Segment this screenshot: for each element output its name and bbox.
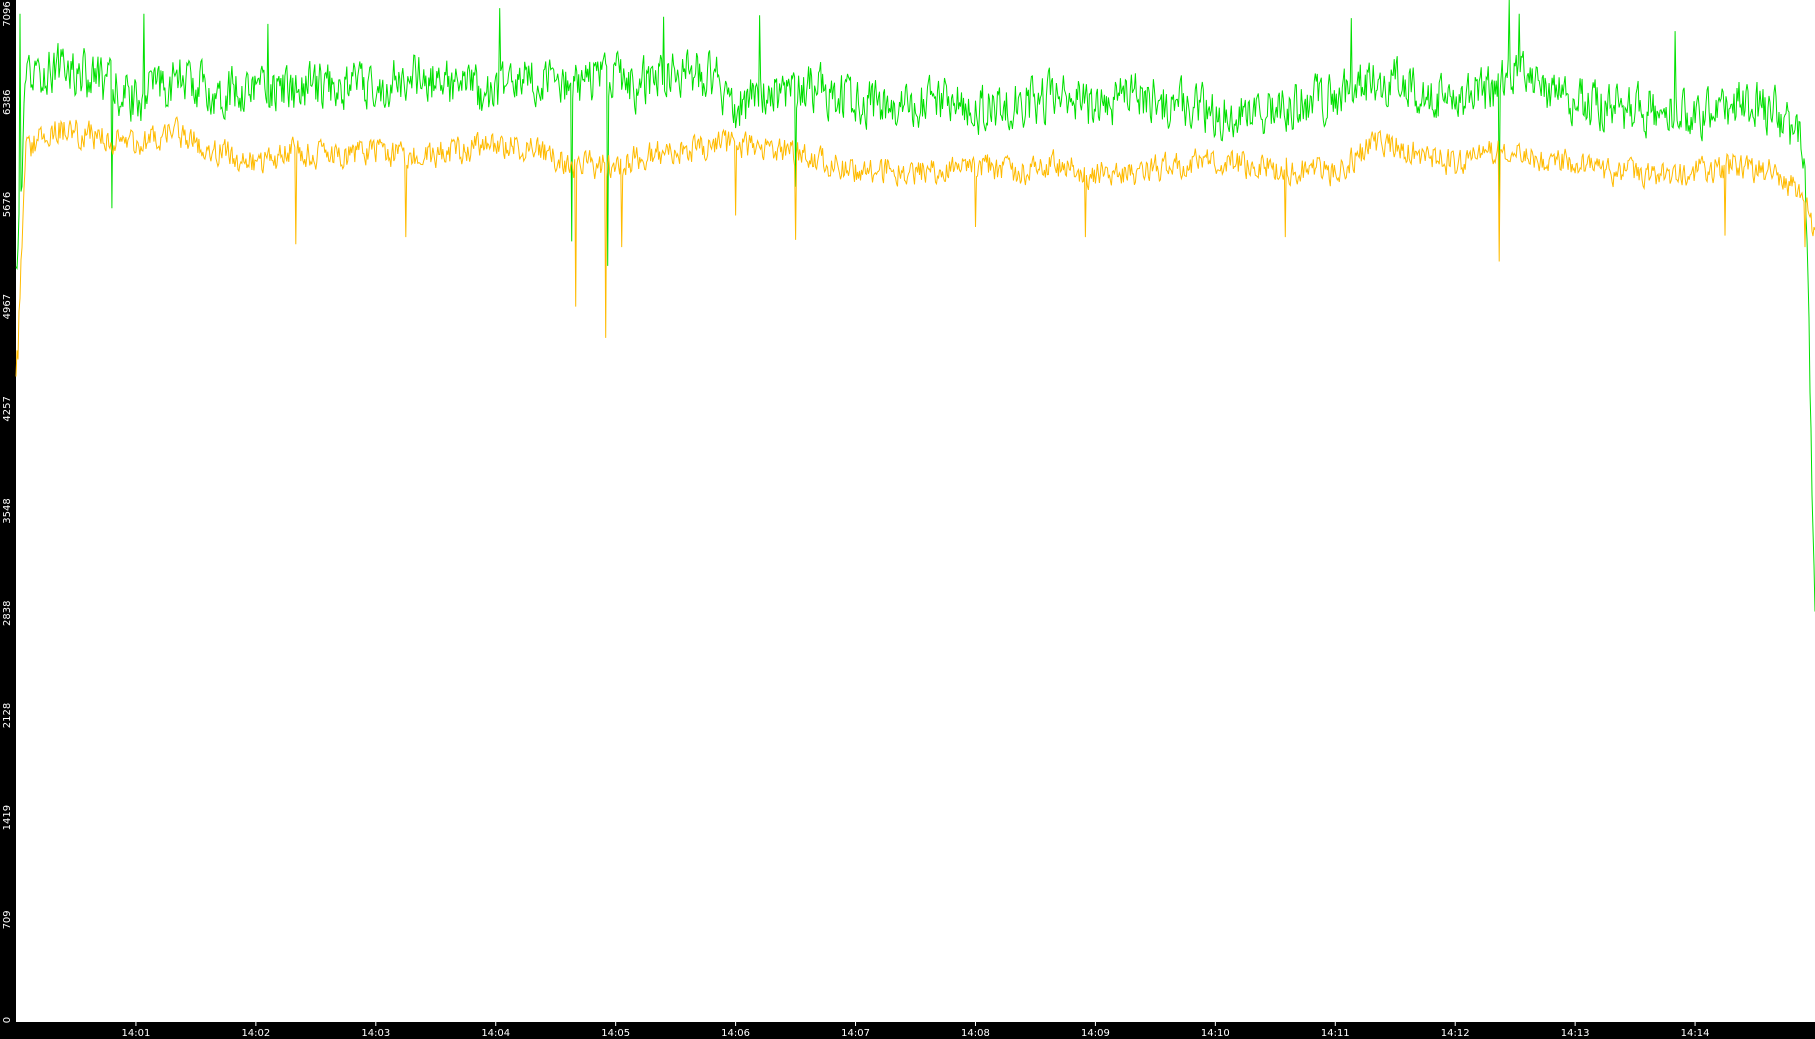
- y-tick-label: 0: [2, 1017, 13, 1023]
- y-tick-label: 6386: [2, 90, 13, 115]
- x-tick-label: 14:11: [1321, 1028, 1350, 1039]
- x-tick-label: 14:09: [1081, 1028, 1110, 1039]
- x-tick-label: 14:13: [1561, 1028, 1590, 1039]
- x-tick-label: 14:03: [361, 1028, 390, 1039]
- y-tick-label: 4257: [2, 396, 13, 421]
- y-tick-label: 5676: [2, 192, 13, 217]
- x-tick-label: 14:05: [601, 1028, 630, 1039]
- x-tick-label: 14:02: [241, 1028, 270, 1039]
- y-tick-label: 3548: [2, 498, 13, 523]
- x-tick-label: 14:14: [1681, 1028, 1710, 1039]
- y-tick-label: 2128: [2, 703, 13, 728]
- y-tick-label: 2838: [2, 601, 13, 626]
- y-tick-label: 4967: [2, 294, 13, 319]
- y-tick-label: 709: [2, 910, 13, 929]
- x-tick-label: 14:04: [481, 1028, 510, 1039]
- y-tick-label: 7096: [2, 1, 13, 26]
- x-tick-label: 14:10: [1201, 1028, 1230, 1039]
- x-tick-label: 14:01: [122, 1028, 151, 1039]
- y-tick-label: 1419: [2, 805, 13, 830]
- x-tick-label: 14:08: [961, 1028, 990, 1039]
- y-axis: 0 709 1419 2128 2838 3548 4257 4967 5676 6386 7096: [2, 1, 13, 1023]
- line-chart: 0 709 1419 2128 2838 3548 4257 4967 5676 6386 7096…: [2, 0, 1815, 1039]
- x-tick-label: 14:06: [721, 1028, 750, 1039]
- x-tick-label: 14:12: [1441, 1028, 1470, 1039]
- chart-root: 0 709 1419 2128 2838 3548 4257 4967 5676 6386 7096…: [0, 0, 1815, 1039]
- x-tick-label: 14:07: [841, 1028, 870, 1039]
- x-axis: 14:01 14:02 14:03 14:04 14:05 14:06 14:07 14:08…: [122, 1022, 1710, 1039]
